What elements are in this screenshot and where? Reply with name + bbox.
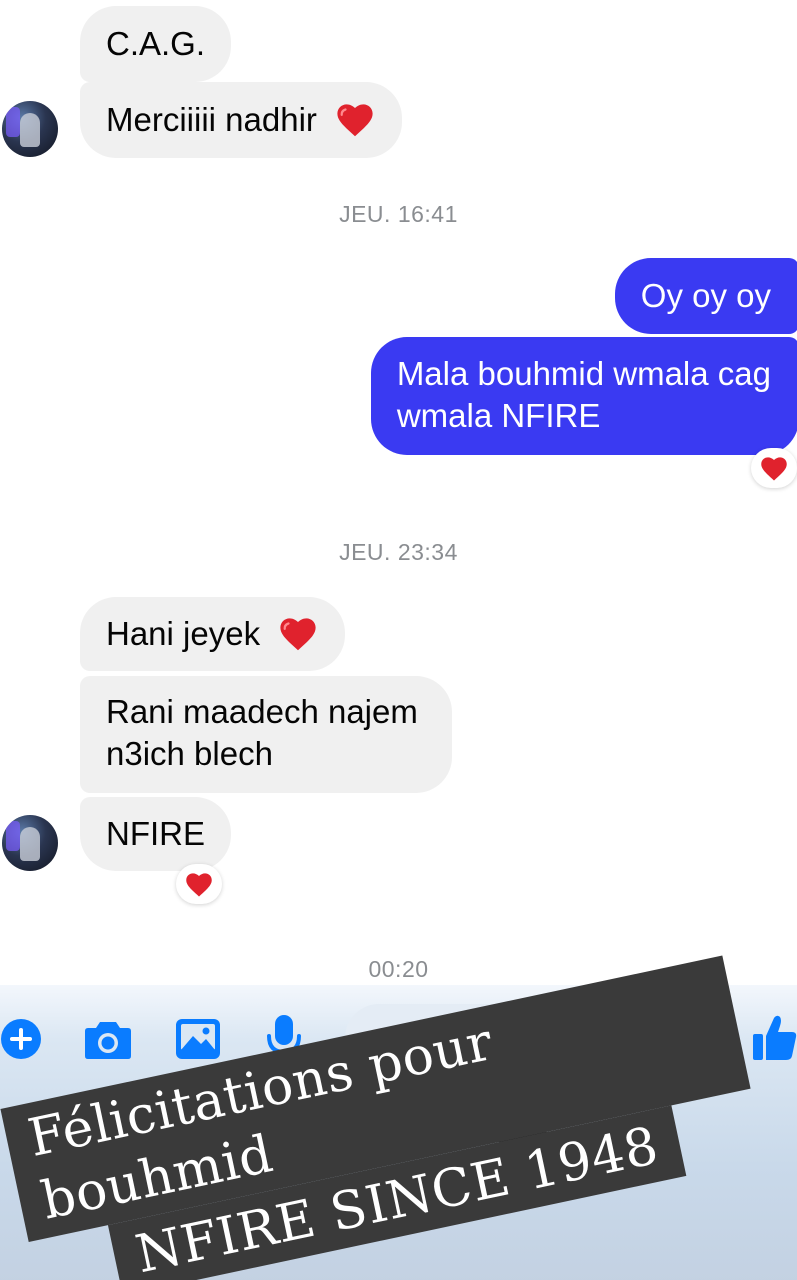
message-text: Hani jeyek: [106, 615, 261, 652]
image-icon: [176, 1019, 220, 1059]
heart-icon: [761, 457, 787, 481]
message-bubble-sent[interactable]: Mala bouhmid wmala cag wmala NFIRE: [370, 337, 797, 455]
message-bubble-sent[interactable]: Oy oy oy: [614, 258, 797, 334]
add-button[interactable]: [0, 1018, 42, 1065]
camera-icon: [85, 1022, 131, 1059]
message-text: wmala NFIRE: [396, 397, 601, 434]
message-text: Rani maadech najem: [106, 693, 418, 730]
message-bubble-received[interactable]: NFIRE: [80, 797, 231, 871]
message-text: C.A.G.: [106, 25, 206, 62]
heart-emoji-icon: [337, 104, 373, 137]
avatar[interactable]: [2, 101, 58, 157]
message-text: n3ich blech: [106, 735, 273, 772]
timestamp: JEU. 23:34: [339, 539, 458, 565]
message-text: NFIRE: [106, 815, 205, 852]
avatar[interactable]: [2, 815, 58, 871]
heart-icon: [186, 873, 212, 897]
message-bubble-received[interactable]: Merciiiii nadhir: [80, 82, 403, 158]
like-button[interactable]: [752, 1014, 797, 1067]
gallery-button[interactable]: [175, 1018, 221, 1065]
message-bubble-received[interactable]: Hani jeyek: [80, 597, 346, 671]
message-text: Mala bouhmid wmala cag: [396, 355, 771, 392]
heart-emoji-icon: [280, 618, 316, 651]
message-bubble-received[interactable]: C.A.G.: [80, 6, 232, 82]
message-text: Merciiiii nadhir: [106, 101, 317, 138]
message-reaction[interactable]: [176, 864, 222, 904]
message-reaction[interactable]: [751, 448, 797, 488]
message-text: Oy oy oy: [640, 277, 771, 314]
plus-circle-icon: [1, 1019, 41, 1059]
thumbs-up-icon: [753, 1015, 797, 1060]
message-bubble-received[interactable]: Rani maadech najem n3ich blech: [80, 676, 452, 793]
camera-button[interactable]: [84, 1020, 132, 1065]
timestamp: JEU. 16:41: [339, 201, 458, 227]
